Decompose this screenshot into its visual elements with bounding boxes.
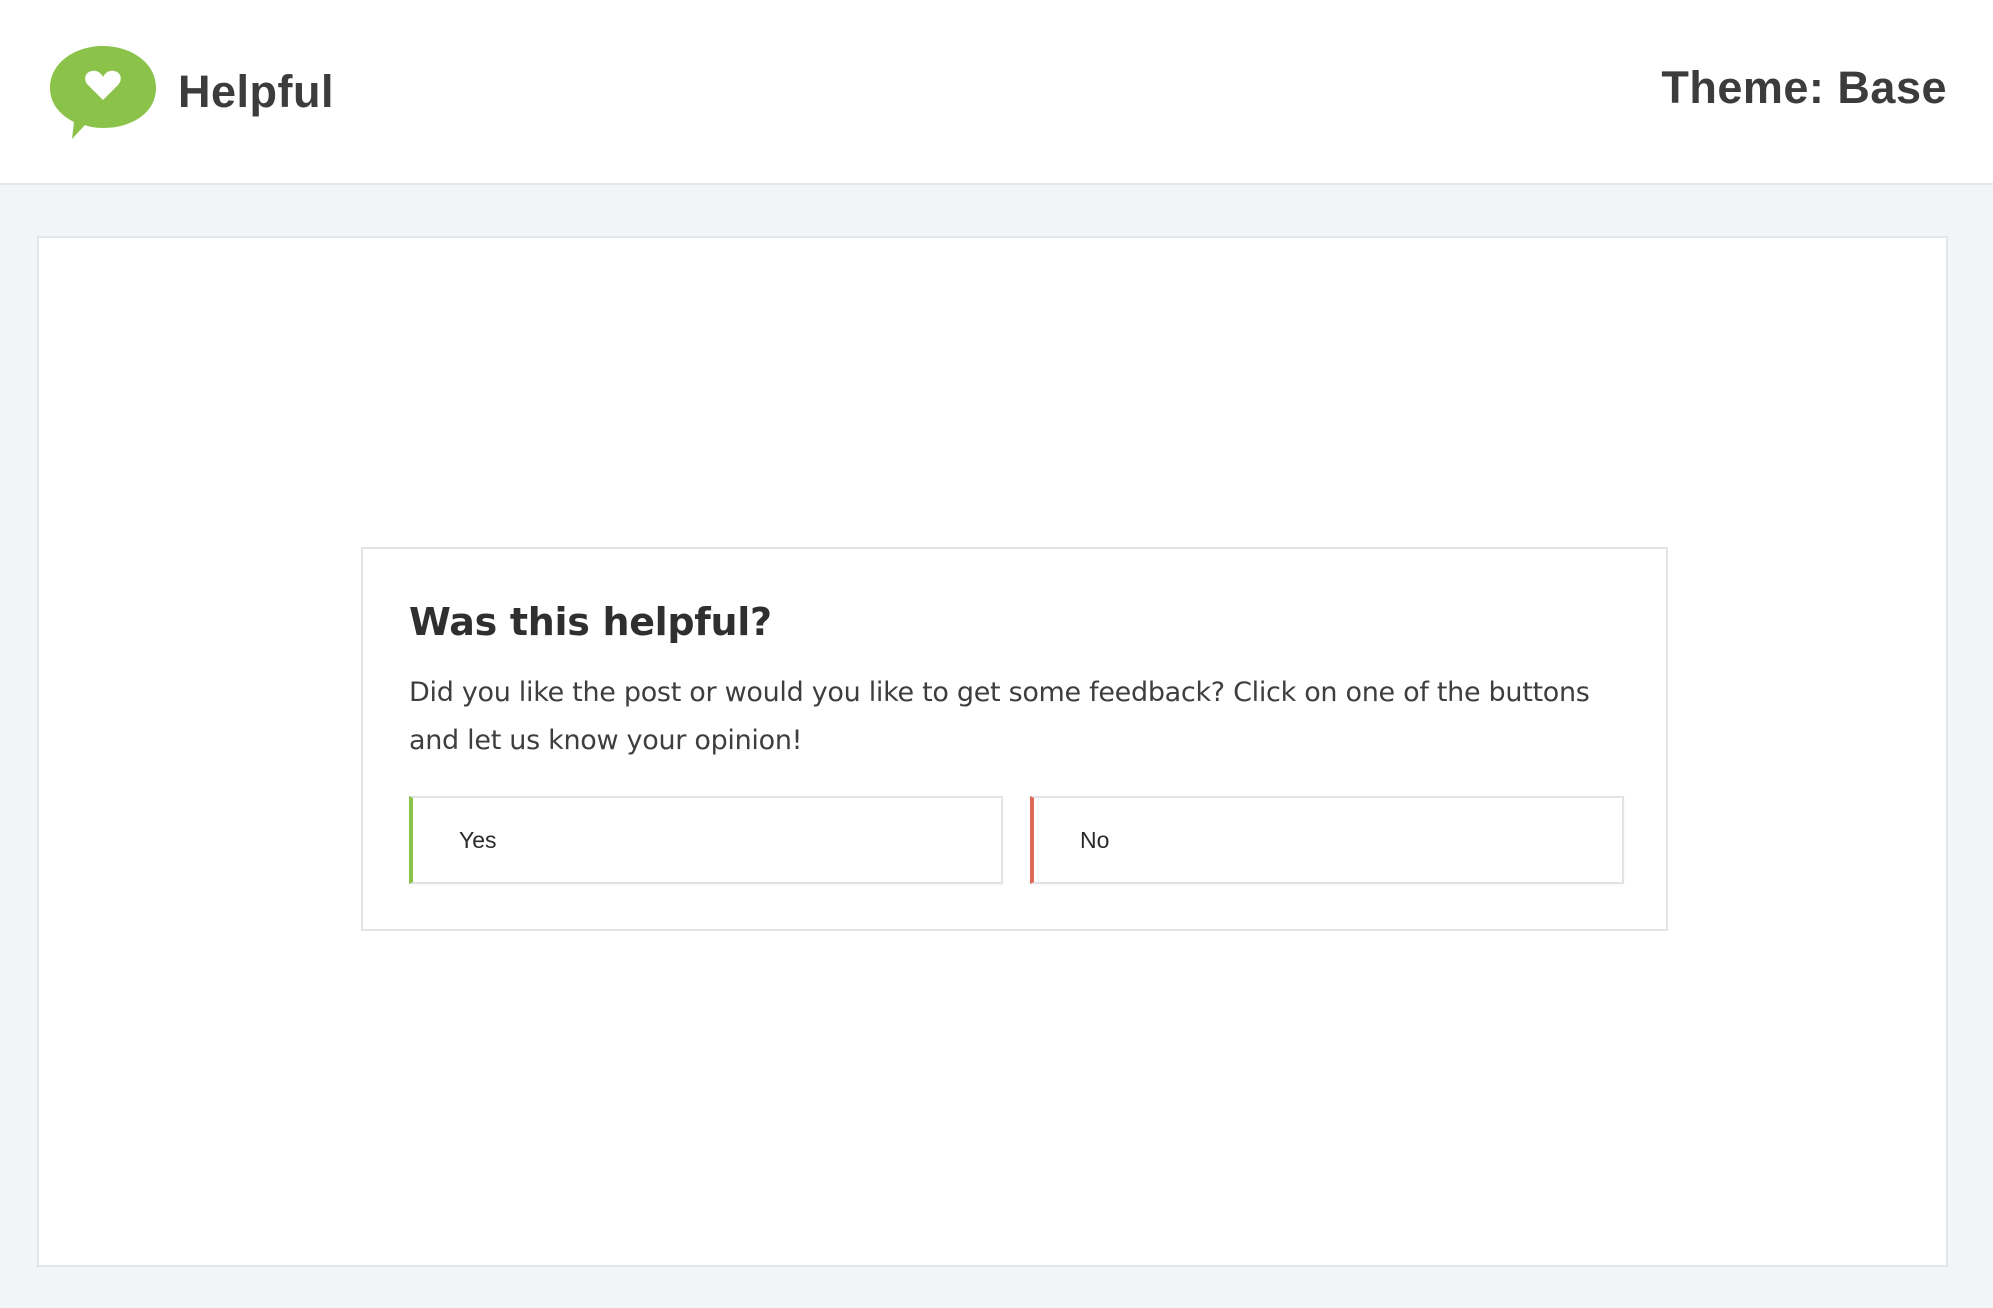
helpful-description: Did you like the post or would you like … <box>409 677 1590 756</box>
no-button-label: No <box>1080 826 1110 853</box>
feedback-buttons: Yes No <box>409 796 1624 884</box>
helpful-heading: Was this helpful? <box>409 600 772 644</box>
brand-name: Helpful <box>178 66 334 117</box>
brand[interactable]: Helpful <box>48 42 334 142</box>
no-button[interactable]: No <box>1030 796 1624 884</box>
theme-label: Theme: Base <box>1661 62 1947 113</box>
helpful-feedback-box: Was this helpful? Did you like the post … <box>361 547 1668 931</box>
yes-button-label: Yes <box>459 826 497 853</box>
heart-speech-bubble-icon <box>50 46 156 139</box>
page-header: Helpful Theme: Base <box>0 0 1993 185</box>
yes-button[interactable]: Yes <box>409 796 1003 884</box>
